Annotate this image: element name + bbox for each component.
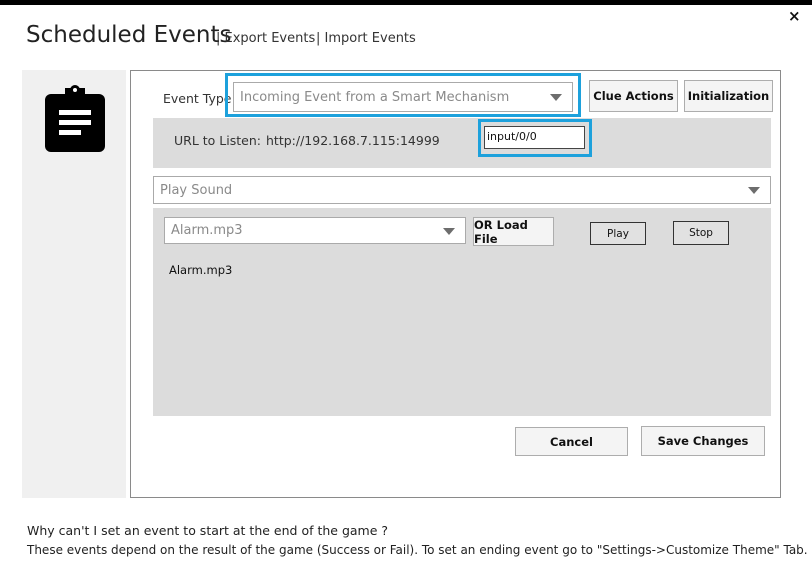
cancel-button[interactable]: Cancel xyxy=(515,427,628,456)
save-changes-button[interactable]: Save Changes xyxy=(641,426,765,456)
export-events-link[interactable]: | Export Events xyxy=(216,31,315,46)
stop-button[interactable]: Stop xyxy=(673,221,729,245)
current-sound-file: Alarm.mp3 xyxy=(169,263,233,277)
url-label: URL to Listen: xyxy=(174,133,261,148)
chevron-down-icon xyxy=(748,187,760,194)
footer-answer: These events depend on the result of the… xyxy=(27,543,808,557)
initialization-button[interactable]: Initialization xyxy=(684,80,773,112)
footer-question: Why can't I set an event to start at the… xyxy=(27,523,389,538)
clue-actions-button[interactable]: Clue Actions xyxy=(589,80,678,112)
action-value: Play Sound xyxy=(160,182,233,198)
url-path-input[interactable]: input/0/0 xyxy=(484,126,585,149)
page-title: Scheduled Events xyxy=(26,22,232,48)
close-icon[interactable]: × xyxy=(788,7,801,25)
sound-file-select[interactable]: Alarm.mp3 xyxy=(164,217,466,244)
window-top-bar xyxy=(0,0,812,5)
import-events-link[interactable]: | Import Events xyxy=(316,31,416,46)
action-select[interactable]: Play Sound xyxy=(153,176,771,204)
chevron-down-icon xyxy=(443,227,455,235)
url-value: http://192.168.7.115:14999 xyxy=(266,133,440,148)
event-type-label: Event Type xyxy=(163,91,232,106)
load-file-button[interactable]: OR Load File xyxy=(473,217,554,246)
play-button[interactable]: Play xyxy=(590,222,646,245)
event-type-highlight xyxy=(225,73,581,117)
sound-file-value: Alarm.mp3 xyxy=(171,223,243,238)
clipboard-icon xyxy=(45,85,105,152)
